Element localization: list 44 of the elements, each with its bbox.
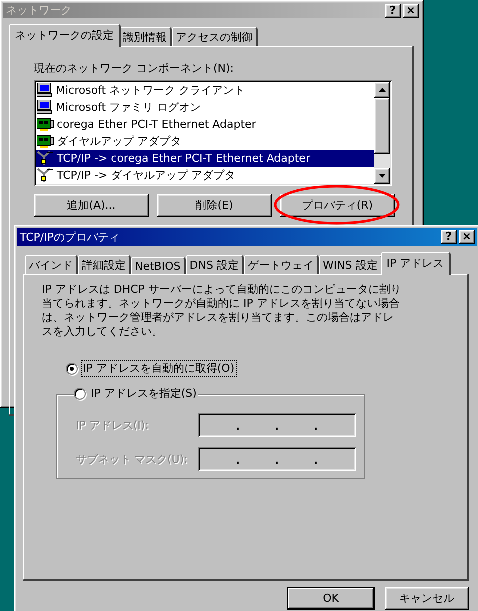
tab[interactable]: IP アドレス: [380, 252, 452, 275]
tab[interactable]: NetBIOS: [131, 257, 186, 274]
network-protocol-icon: [37, 168, 54, 183]
scroll-up-button[interactable]: [374, 82, 390, 98]
computer-icon: [37, 83, 53, 98]
network-card-icon: [37, 134, 54, 148]
description-text: IP アドレスは DHCP サーバーによって自動的にこのコンピュータに割り当てられます。ネットワークが自動的に IP アドレスを割り当てない場合は、ネットワーク管理者がアドレスを割り当てます。この場合はアドレスを入力してください。: [42, 283, 402, 339]
dialog-button[interactable]: 削除(E): [157, 194, 272, 217]
help-button[interactable]: ?: [385, 4, 401, 18]
down-arrow-icon: [378, 174, 386, 178]
tab[interactable]: DNS 設定: [186, 255, 244, 274]
scrollbar[interactable]: [374, 82, 390, 184]
dialog-button[interactable]: プロパティ(R): [280, 194, 395, 217]
network-protocol-icon: [37, 151, 54, 166]
list-label: 現在のネットワーク コンポーネント(N):: [34, 61, 236, 76]
close-button[interactable]: ×: [403, 4, 419, 18]
dialog-button[interactable]: キャンセル: [385, 587, 469, 610]
tab[interactable]: ゲートウェイ: [244, 255, 319, 274]
tab[interactable]: バインド: [25, 255, 78, 274]
tab[interactable]: WINS 設定: [318, 255, 383, 274]
dialog-button[interactable]: 追加(A)...: [34, 194, 149, 217]
scroll-down-button[interactable]: [374, 168, 390, 184]
computer-icon: [37, 100, 53, 115]
list-item[interactable]: corega Ether PCI-T Ethernet Adapter: [36, 116, 374, 133]
field-label: サブネット マスク(U):: [76, 452, 189, 466]
window-title: TCP/IPのプロパティ: [20, 230, 121, 244]
radio-option[interactable]: IP アドレスを指定(S): [74, 386, 198, 401]
list-item[interactable]: ダイヤルアップ アダプタ: [36, 133, 374, 150]
field-label: IP アドレス(I):: [76, 418, 150, 432]
tab[interactable]: 詳細設定: [78, 255, 131, 274]
list-item[interactable]: TCP/IP -> ダイヤルアップ アダプタ: [36, 167, 374, 184]
scroll-thumb[interactable]: [374, 98, 390, 154]
tab[interactable]: ネットワークの設定: [9, 24, 121, 47]
tab[interactable]: アクセスの制御: [172, 27, 258, 46]
network-card-icon: [37, 118, 54, 132]
window-title: ネットワーク: [6, 3, 73, 18]
up-arrow-icon: [378, 88, 386, 92]
dialog-button[interactable]: OK: [287, 587, 375, 610]
help-button[interactable]: ?: [441, 230, 457, 244]
list-item[interactable]: Microsoft ネットワーク クライアント: [36, 82, 374, 99]
list-item[interactable]: TCP/IP -> corega Ether PCI-T Ethernet Adapter: [36, 150, 374, 167]
list-item[interactable]: Microsoft ファミリ ログオン: [36, 99, 374, 116]
close-button[interactable]: ×: [459, 230, 475, 244]
tab[interactable]: 識別情報: [119, 27, 172, 46]
